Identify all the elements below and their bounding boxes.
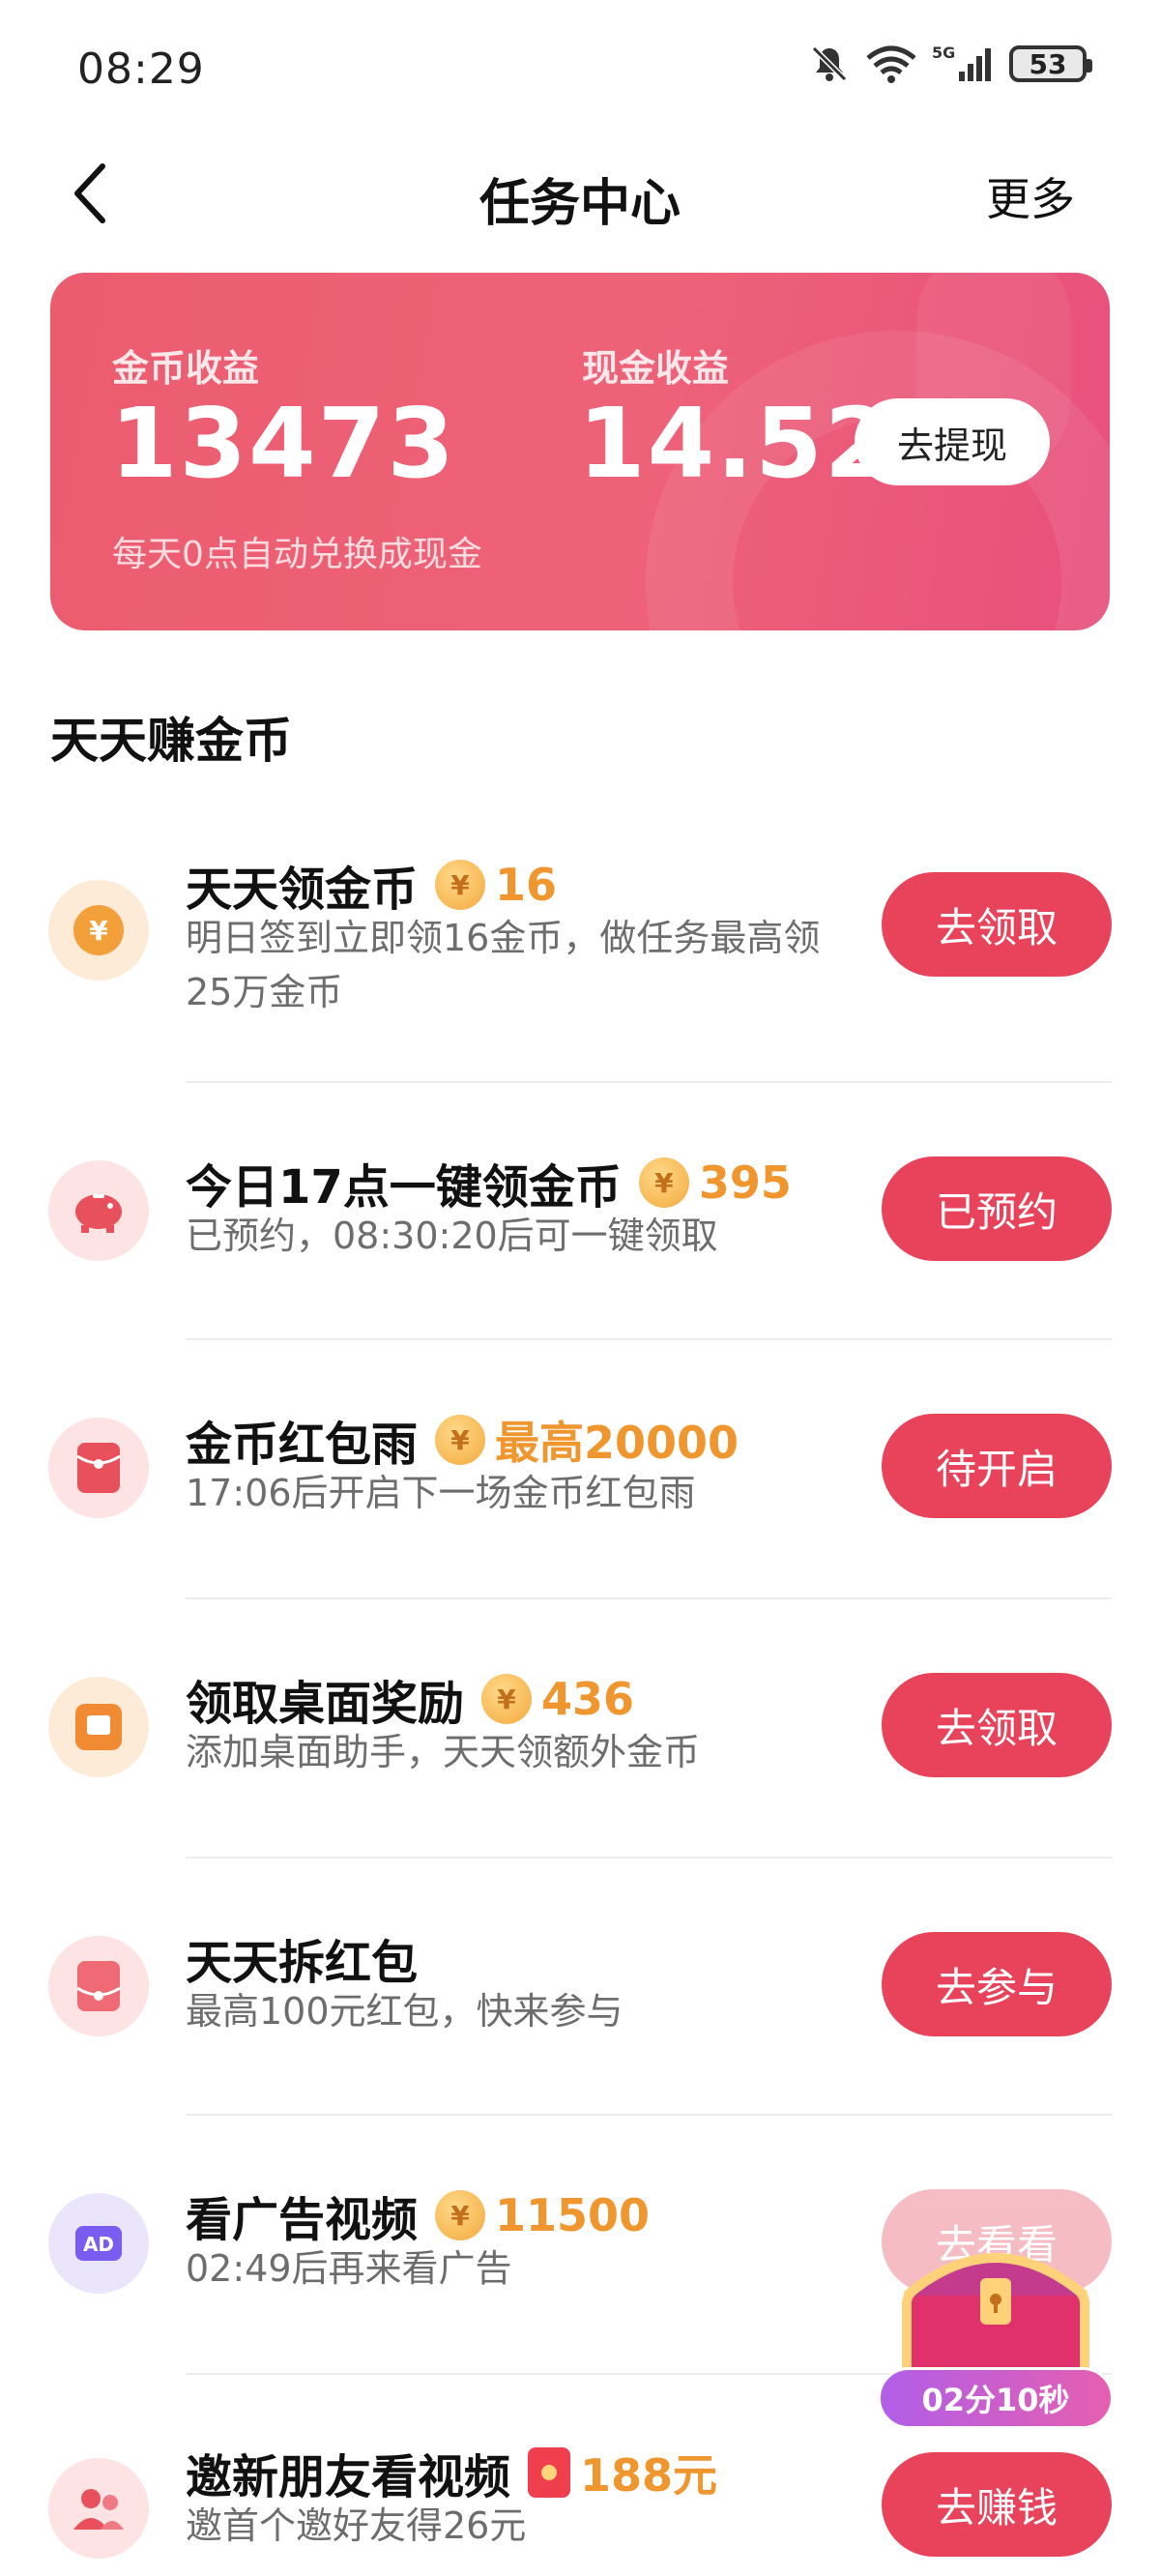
coin-earnings-label: 金币收益	[112, 347, 260, 390]
task-title: 看广告视频	[186, 2193, 419, 2247]
claim-button[interactable]: 去领取	[882, 872, 1112, 977]
coin-icon: ¥	[435, 2190, 486, 2240]
task-description: 17:06后开启下一场金币红包雨	[186, 1472, 696, 1514]
claim-button[interactable]: 去领取	[882, 1673, 1112, 1777]
ad-icon: AD	[48, 2193, 149, 2294]
divider	[186, 2114, 1112, 2116]
wifi-icon	[864, 43, 918, 85]
task-reward: 16	[495, 859, 558, 911]
divider	[186, 1597, 1112, 1599]
nav-bar: 任务中心 更多	[0, 135, 1160, 251]
task-title: 领取桌面奖励	[186, 1677, 465, 1731]
coin-icon: ¥	[435, 1415, 486, 1465]
task-reward: 最高20000	[495, 1417, 740, 1469]
task-reward: 395	[698, 1156, 792, 1209]
red-packet-icon	[528, 2447, 571, 2498]
svg-text:AD: AD	[83, 2233, 114, 2256]
coin-icon: ¥	[481, 1674, 533, 1724]
task-description: 明日签到立即领16金币，做任务最高领25万金币	[186, 917, 821, 1013]
task-title: 邀新朋友看视频	[186, 2450, 511, 2504]
task-reward: 11500	[495, 2189, 651, 2241]
divider	[186, 1338, 1112, 1340]
more-button[interactable]: 更多	[986, 164, 1075, 228]
invite-friends-icon	[48, 2458, 149, 2559]
task-title: 天天拆红包	[186, 1936, 419, 1990]
coin-icon: ¥	[638, 1157, 689, 1208]
svg-text:¥: ¥	[89, 915, 108, 947]
coin-icon: ¥	[435, 860, 486, 910]
section-title: 天天赚金币	[50, 713, 292, 769]
participate-button[interactable]: 去参与	[882, 1932, 1112, 2036]
divider	[186, 1857, 1112, 1859]
task-title: 金币红包雨	[186, 1418, 419, 1472]
status-bar: 08:29 5G 53	[0, 0, 1160, 135]
status-time: 08:29	[77, 44, 205, 94]
open-red-packet-icon	[48, 1936, 149, 2036]
red-packet-icon	[48, 1418, 149, 1518]
task-description: 已预约，08:30:20后可一键领取	[186, 1215, 718, 1257]
task-description: 02:49后再来看广告	[186, 2247, 512, 2290]
task-reward: 436	[541, 1673, 635, 1725]
coin-icon: ¥	[48, 880, 149, 981]
cash-earnings-value: 14.52	[578, 387, 894, 500]
cellular-5g-icon: 5G	[932, 43, 996, 85]
reserved-button[interactable]: 已预约	[882, 1156, 1112, 1261]
earnings-card: 金币收益 13473 每天0点自动兑换成现金 现金收益 14.52 去提现	[50, 273, 1110, 630]
divider	[186, 1081, 1112, 1083]
chest-countdown: 02分10秒	[878, 2367, 1114, 2429]
withdraw-button[interactable]: 去提现	[855, 398, 1050, 485]
task-title: 今日17点一键领金币	[186, 1160, 622, 1215]
svg-text:5G: 5G	[932, 44, 955, 62]
task-description: 最高100元红包，快来参与	[186, 1990, 624, 2033]
status-icons: 5G 53	[808, 43, 1092, 85]
pending-button[interactable]: 待开启	[882, 1414, 1112, 1518]
cash-earnings-label: 现金收益	[582, 347, 730, 390]
coin-earnings-value: 13473	[110, 387, 456, 500]
earn-button[interactable]: 去赚钱	[882, 2452, 1112, 2557]
mute-bell-icon	[808, 43, 851, 85]
piggy-bank-icon	[48, 1160, 149, 1261]
task-reward: 188元	[580, 2449, 718, 2502]
desktop-widget-icon	[48, 1677, 149, 1777]
battery-indicator: 53	[1009, 45, 1092, 82]
task-description: 邀首个邀好友得26元	[186, 2504, 527, 2547]
coin-exchange-note: 每天0点自动兑换成现金	[112, 535, 482, 574]
task-title: 天天领金币	[186, 863, 419, 917]
task-description: 添加桌面助手，天天领额外金币	[186, 1731, 701, 1773]
